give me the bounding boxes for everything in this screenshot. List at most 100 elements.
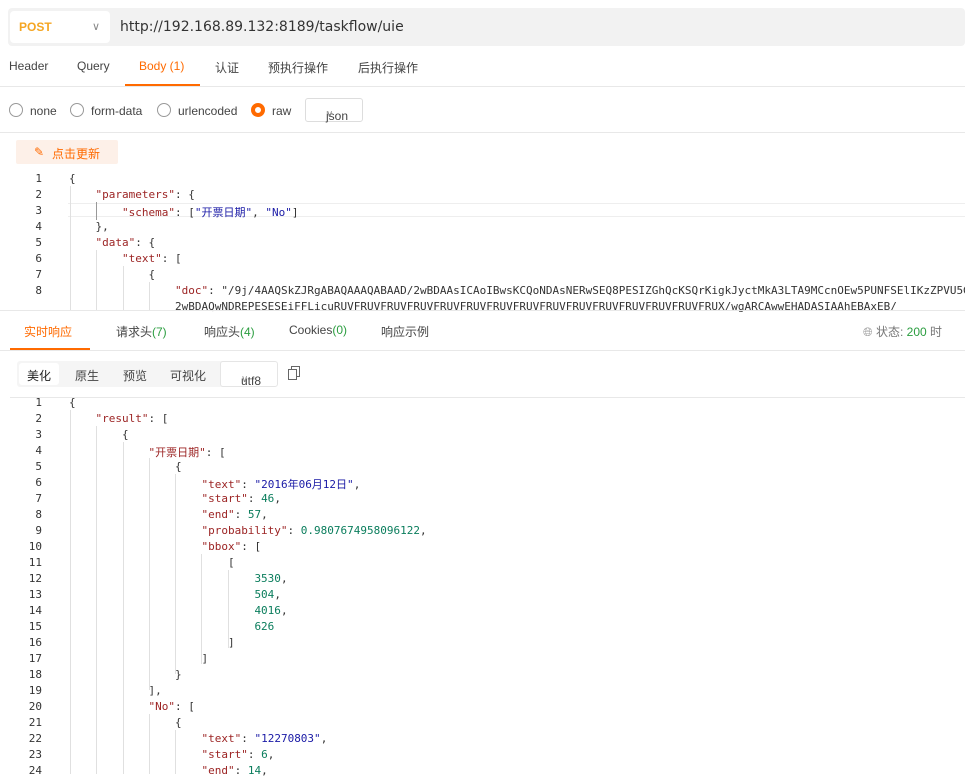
code-line: "schema": ["开票日期", "No"] xyxy=(121,206,299,219)
line-number: 14 xyxy=(28,604,42,617)
line-number: 4 xyxy=(35,444,42,457)
code-line: "start": 6, xyxy=(201,748,275,761)
globe-icon: 🌐︎ xyxy=(863,325,873,339)
line-number: 21 xyxy=(28,716,42,729)
line-number: 15 xyxy=(28,620,42,633)
tab-response-example[interactable]: 响应示例 xyxy=(381,323,429,340)
view-raw[interactable]: 原生 xyxy=(75,367,99,384)
line-number: 2 xyxy=(35,188,42,201)
code-line: ] xyxy=(69,636,235,649)
code-line: ] xyxy=(69,652,209,665)
divider xyxy=(0,132,965,133)
tab-body[interactable]: Body (1) xyxy=(139,59,184,73)
line-number: 2 xyxy=(35,412,42,425)
radio-form-data-label: form-data xyxy=(91,104,143,118)
code-line: { xyxy=(69,396,76,409)
code-line: "text": [ xyxy=(121,252,182,265)
line-number: 12 xyxy=(28,572,42,585)
code-line: [ xyxy=(69,556,235,569)
tab-pre-script[interactable]: 预执行操作 xyxy=(268,59,328,76)
code-line: "end": 14, xyxy=(201,764,268,777)
copy-icon[interactable] xyxy=(288,366,300,380)
line-number: 5 xyxy=(35,236,42,249)
line-number: 18 xyxy=(28,668,42,681)
line-number: 23 xyxy=(28,748,42,761)
radio-urlencoded-label: urlencoded xyxy=(178,104,238,118)
line-number: 1 xyxy=(35,172,42,185)
method-select[interactable]: POST ∨ xyxy=(10,11,110,43)
response-status: 🌐︎ 状态: 200 时 xyxy=(863,325,943,339)
chevron-down-icon: ∨ xyxy=(91,21,100,33)
line-number: 1 xyxy=(35,396,42,409)
code-line: 3530, xyxy=(254,572,288,585)
code-line: ], xyxy=(69,684,162,697)
line-number: 9 xyxy=(35,524,42,537)
line-number: 16 xyxy=(28,636,42,649)
line-number: 8 xyxy=(35,508,42,521)
line-number: 3 xyxy=(35,428,42,441)
code-line: 4016, xyxy=(254,604,288,617)
line-number: 17 xyxy=(28,652,42,665)
code-line: "text": "12270803", xyxy=(201,732,328,745)
tab-auth[interactable]: 认证 xyxy=(215,59,239,76)
tab-live-response[interactable]: 实时响应 xyxy=(24,323,72,340)
line-number: 11 xyxy=(28,556,42,569)
divider xyxy=(0,86,965,87)
code-line: "parameters": { xyxy=(95,188,195,201)
line-number: 3 xyxy=(35,204,42,217)
code-line: { xyxy=(69,428,129,441)
method-value: POST xyxy=(19,20,52,34)
chevron-down-icon: ∨ xyxy=(241,374,249,385)
tab-cookies[interactable]: Cookies(0) xyxy=(289,323,347,337)
line-number: 24 xyxy=(28,764,42,777)
code-line: { xyxy=(69,716,182,729)
tab-query[interactable]: Query xyxy=(77,59,110,73)
code-line: "end": 57, xyxy=(201,508,268,521)
tab-header[interactable]: Header xyxy=(9,59,48,73)
code-line: "probability": 0.9807674958096122, xyxy=(201,524,427,537)
line-number: 20 xyxy=(28,700,42,713)
radio-raw[interactable] xyxy=(251,103,265,117)
line-number: 13 xyxy=(28,588,42,601)
status-code: 200 xyxy=(906,325,927,339)
line-number: 5 xyxy=(35,460,42,473)
update-button[interactable]: ✎ 点击更新 xyxy=(16,140,118,164)
chevron-down-icon: ∨ xyxy=(326,109,334,120)
radio-raw-label: raw xyxy=(272,104,292,118)
line-number: 4 xyxy=(35,220,42,233)
line-number: 6 xyxy=(35,252,42,265)
line-number: 19 xyxy=(28,684,42,697)
code-line: { xyxy=(69,268,156,281)
radio-urlencoded[interactable] xyxy=(157,103,171,117)
encoding-select[interactable]: utf8 ∨ xyxy=(220,361,278,388)
format-select[interactable]: json ∨ xyxy=(305,98,363,123)
update-button-label: 点击更新 xyxy=(52,147,101,161)
url-input[interactable]: http://192.168.89.132:8189/taskflow/uie xyxy=(120,19,404,35)
code-line: "doc": "/9j/4AAQSkZJRgABAQAAAQABAAD/2wBD… xyxy=(174,284,965,297)
code-line: } xyxy=(69,668,182,681)
code-line: "No": [ xyxy=(148,700,195,713)
line-number: 10 xyxy=(28,540,42,553)
line-number: 6 xyxy=(35,476,42,489)
divider xyxy=(0,350,965,351)
line-number: 22 xyxy=(28,732,42,745)
line-number: 8 xyxy=(35,284,42,297)
code-line: 504, xyxy=(254,588,281,601)
code-line: 626 xyxy=(254,620,275,633)
view-preview[interactable]: 预览 xyxy=(123,367,147,384)
code-line: "开票日期": [ xyxy=(148,446,226,459)
divider xyxy=(10,397,965,398)
code-line: }, xyxy=(69,220,109,233)
code-line: "bbox": [ xyxy=(201,540,262,553)
tab-post-script[interactable]: 后执行操作 xyxy=(358,59,418,76)
line-number: 7 xyxy=(35,492,42,505)
view-beautify[interactable]: 美化 xyxy=(27,367,51,384)
code-line: "text": "2016年06月12日", xyxy=(201,478,361,491)
divider xyxy=(0,310,965,311)
radio-form-data[interactable] xyxy=(70,103,84,117)
tab-response-headers[interactable]: 响应头(4) xyxy=(204,323,255,340)
tab-request-headers[interactable]: 请求头(7) xyxy=(116,323,167,340)
radio-none[interactable] xyxy=(9,103,23,117)
view-visualize[interactable]: 可视化 xyxy=(170,367,206,384)
edit-icon: ✎ xyxy=(34,145,45,159)
